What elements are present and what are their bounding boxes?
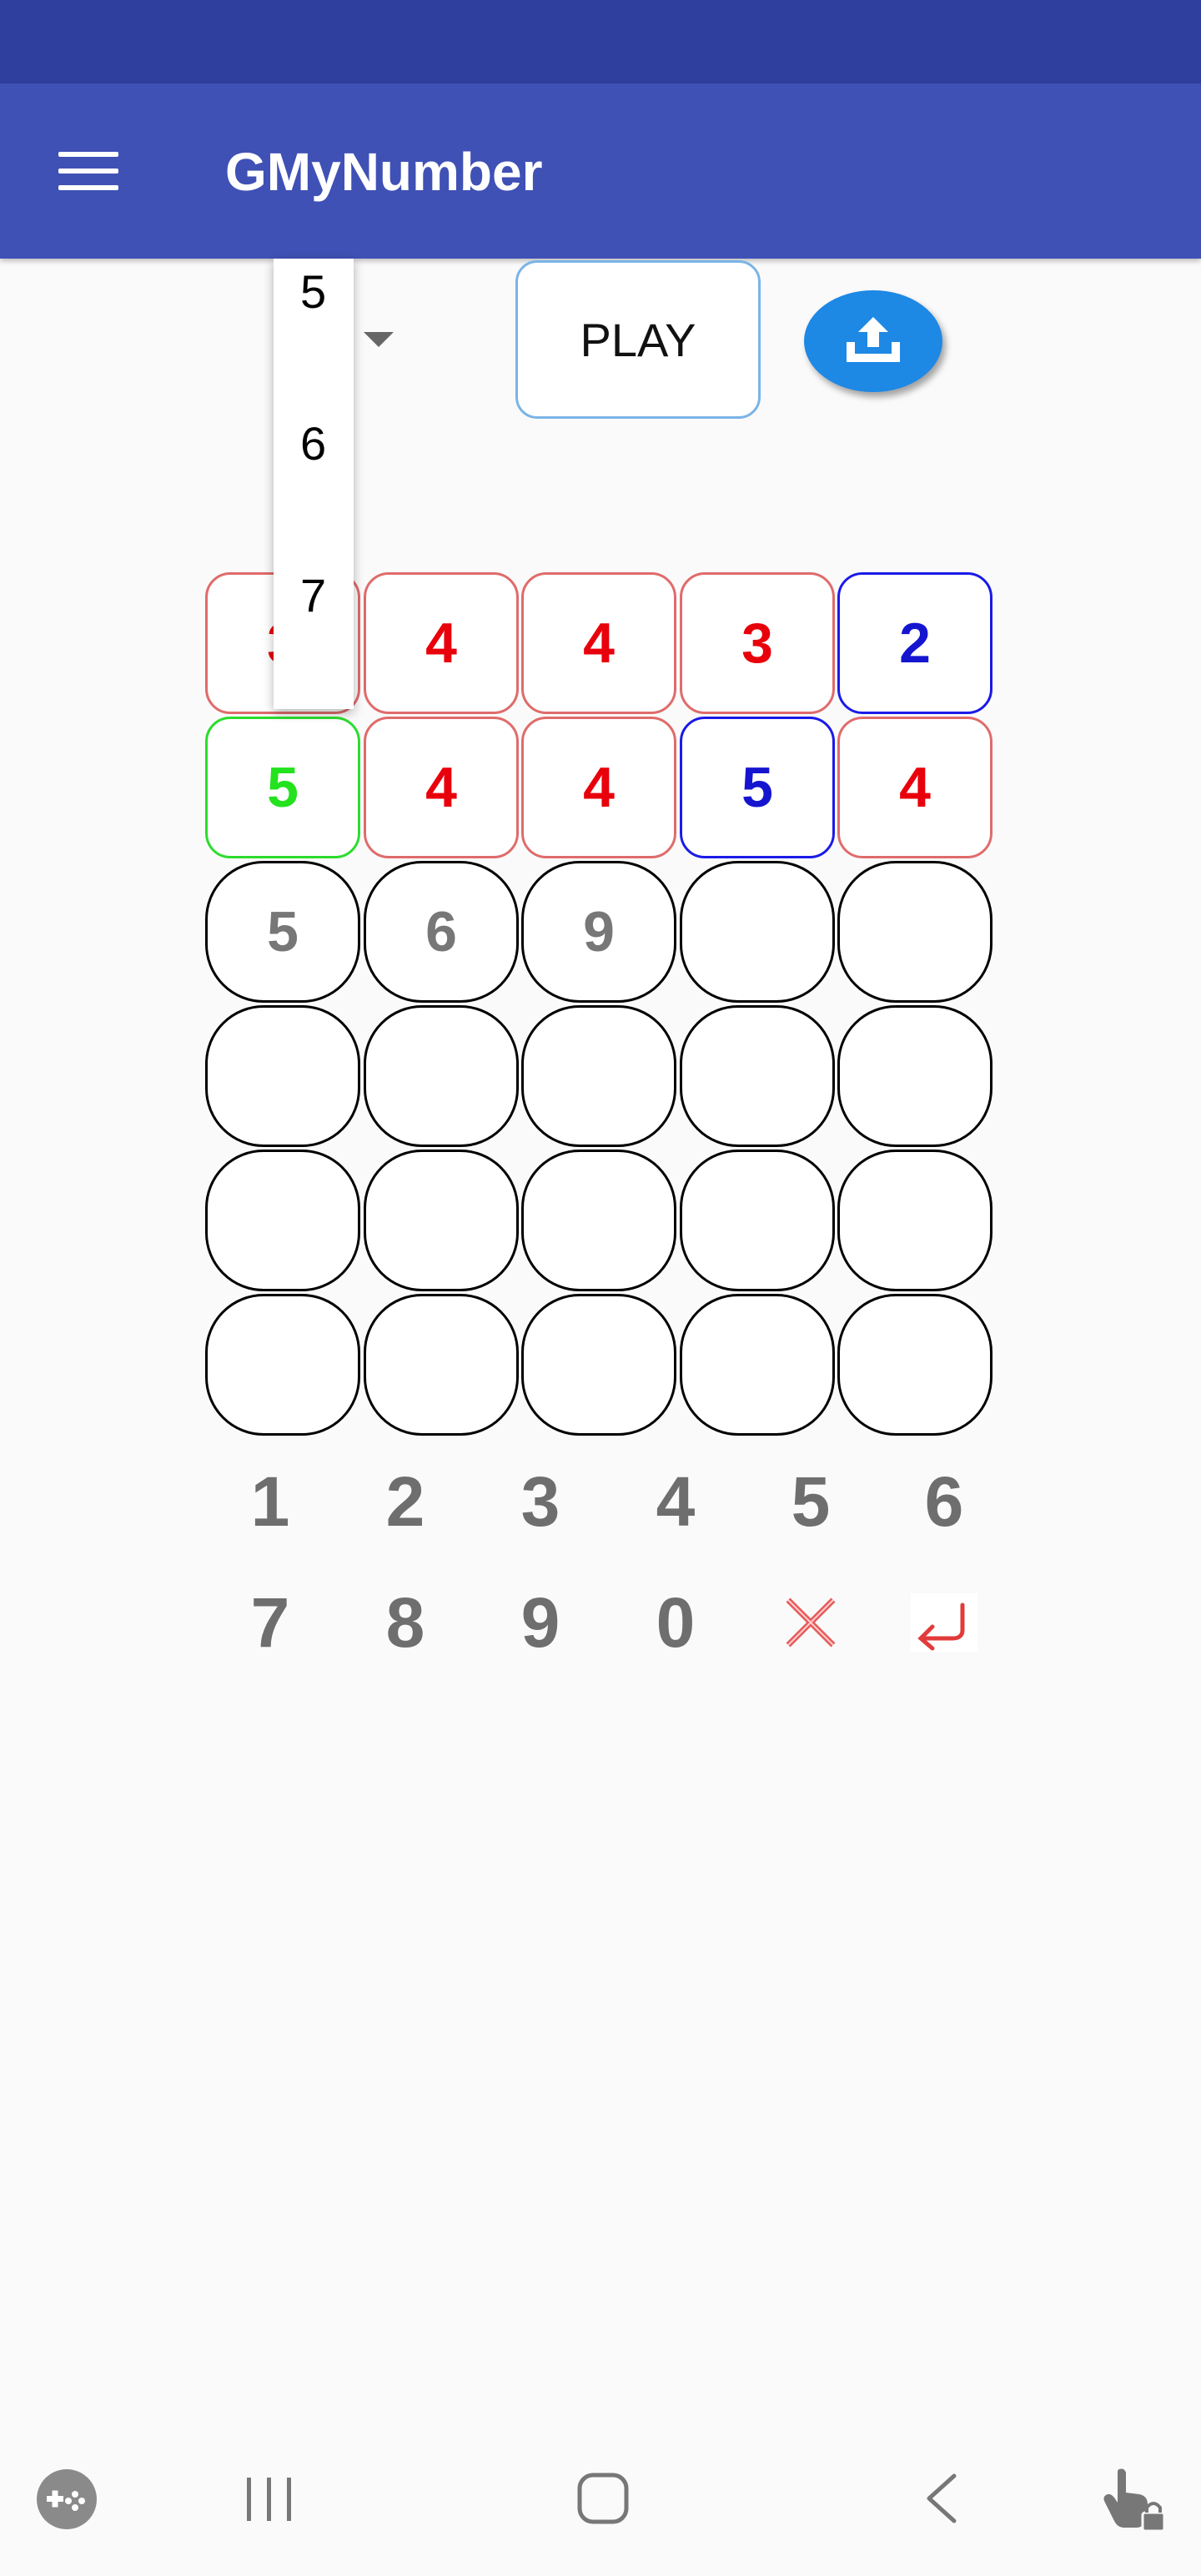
grid-cell[interactable] [680, 1005, 835, 1147]
grid-cell: 5 [205, 717, 360, 858]
grid-cell: 4 [837, 717, 992, 858]
grid-cell[interactable] [205, 1294, 360, 1436]
share-button[interactable] [804, 290, 942, 392]
key-1[interactable]: 1 [212, 1452, 329, 1552]
grid-cell[interactable] [837, 1294, 992, 1436]
share-icon [847, 317, 900, 362]
key-0[interactable]: 0 [617, 1572, 734, 1673]
key-8[interactable]: 8 [347, 1572, 464, 1673]
grid-cell: 4 [364, 572, 519, 714]
grid-cell[interactable]: 5 [205, 861, 360, 1003]
grid-cell: 4 [521, 572, 676, 714]
system-nav-bar [0, 2419, 1201, 2576]
app-bar: GMyNumber [0, 83, 1201, 259]
grid-cell[interactable] [364, 1005, 519, 1147]
grid-cell[interactable]: 6 [364, 861, 519, 1003]
grid-cell: 4 [364, 717, 519, 858]
grid-cell[interactable] [680, 1294, 835, 1436]
grid-cell[interactable] [521, 1005, 676, 1147]
key-3[interactable]: 3 [482, 1452, 599, 1552]
recent-apps-icon[interactable] [242, 2473, 295, 2530]
grid-cell[interactable] [837, 1005, 992, 1147]
grid-cell[interactable] [680, 861, 835, 1003]
key-6[interactable]: 6 [886, 1452, 1003, 1552]
grid-cell[interactable] [680, 1150, 835, 1291]
grid-cell[interactable] [837, 1150, 992, 1291]
key-5[interactable]: 5 [752, 1452, 869, 1552]
grid-cell[interactable] [521, 1150, 676, 1291]
status-bar [0, 0, 1201, 83]
x-icon [786, 1597, 836, 1648]
key-7[interactable]: 7 [212, 1572, 329, 1673]
game-launcher-icon[interactable] [35, 2468, 98, 2535]
enter-button[interactable] [886, 1572, 1003, 1673]
key-9[interactable]: 9 [482, 1572, 599, 1673]
grid-cell[interactable] [364, 1294, 519, 1436]
dropdown-arrow-icon[interactable] [364, 332, 394, 347]
digit-count-dropdown[interactable]: 7 5 6 [274, 259, 354, 709]
back-icon[interactable] [917, 2471, 964, 2530]
key-4[interactable]: 4 [617, 1452, 734, 1552]
grid-cell[interactable] [205, 1005, 360, 1147]
menu-icon[interactable] [58, 152, 118, 192]
dropdown-option-5[interactable]: 5 [274, 259, 354, 325]
app-title: GMyNumber [225, 142, 543, 202]
dropdown-option-6[interactable]: 6 [274, 410, 354, 477]
grid-cell[interactable]: 9 [521, 861, 676, 1003]
play-button[interactable]: PLAY [515, 260, 761, 419]
grid-cell[interactable] [205, 1150, 360, 1291]
home-icon[interactable] [575, 2471, 631, 2530]
grid-cell: 5 [680, 717, 835, 858]
grid-cell: 3 [680, 572, 835, 714]
key-2[interactable]: 2 [347, 1452, 464, 1552]
touch-lock-icon[interactable] [1099, 2464, 1171, 2540]
grid-cell[interactable] [837, 861, 992, 1003]
dropdown-option-7[interactable]: 7 [274, 562, 354, 629]
delete-button[interactable] [752, 1572, 869, 1673]
grid-cell[interactable] [521, 1294, 676, 1436]
grid-cell[interactable] [364, 1150, 519, 1291]
grid-cell: 2 [837, 572, 992, 714]
grid-cell: 4 [521, 717, 676, 858]
enter-arrow-icon [911, 1593, 977, 1652]
